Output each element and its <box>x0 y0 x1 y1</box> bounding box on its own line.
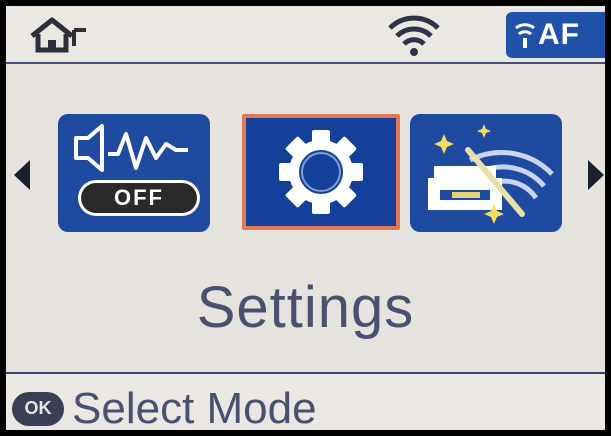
mode-tile-wifi-setup[interactable] <box>410 114 562 232</box>
mode-tile-sound[interactable]: OFF <box>58 114 210 232</box>
af-label: AF <box>538 18 580 51</box>
status-bar: AF <box>6 6 605 62</box>
left-arrow-icon[interactable] <box>12 158 32 192</box>
off-label: OFF <box>114 185 164 210</box>
right-arrow-icon[interactable] <box>586 158 605 192</box>
gear-icon <box>279 130 363 214</box>
selected-mode-label: Settings <box>196 275 415 340</box>
speaker-waveform-icon <box>74 124 188 172</box>
sound-off-badge: OFF <box>78 180 200 216</box>
mode-tile-settings[interactable] <box>242 114 400 230</box>
wifi-direct-icon <box>515 23 535 48</box>
wifi-direct-badge: AF <box>506 12 605 58</box>
select-mode-hint: Select Mode <box>72 384 317 430</box>
status-divider <box>6 62 605 64</box>
ok-button-icon[interactable]: OK <box>12 392 64 426</box>
home-icon[interactable] <box>28 16 90 54</box>
wifi-signal-icon <box>388 15 440 56</box>
wifi-setup-wand-icon <box>428 124 554 224</box>
printer-lcd-screen: AF OFF Settings OK Select Mode <box>6 6 605 430</box>
ok-label: OK <box>24 398 52 418</box>
